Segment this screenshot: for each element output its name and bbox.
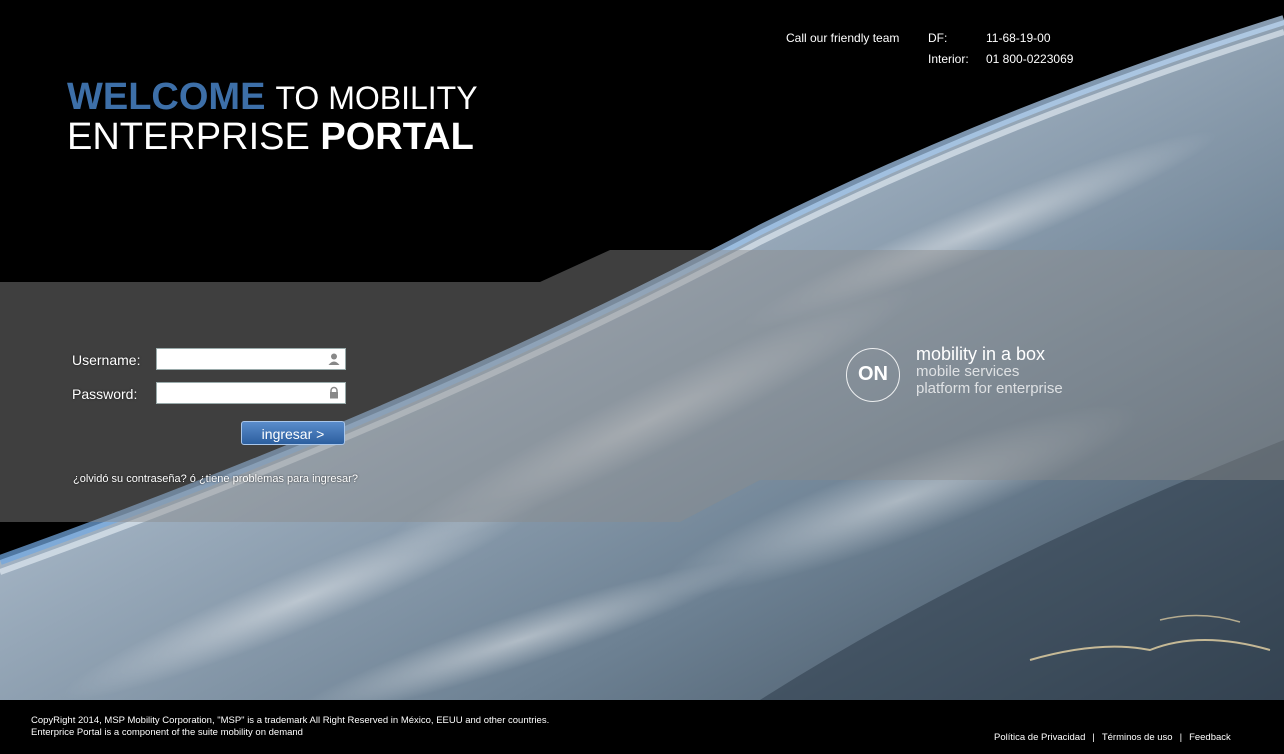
footer: CopyRight 2014, MSP Mobility Corporation… (0, 700, 1284, 754)
title-to-mobility: TO MOBILITY (275, 80, 478, 116)
title-enterprise: ENTERPRISE (67, 115, 310, 158)
username-input[interactable] (157, 349, 330, 369)
password-field-wrap (156, 382, 346, 404)
terms-of-use-link[interactable]: Términos de uso (1102, 732, 1173, 743)
user-icon (328, 353, 340, 365)
contact-interior-value: 01 800-0223069 (986, 52, 1074, 66)
forgot-password-link[interactable]: ¿olvidó su contraseña? ó ¿tiene problema… (73, 473, 358, 485)
lock-icon (330, 386, 338, 399)
password-label: Password: (72, 386, 138, 402)
title-welcome: WELCOME (67, 76, 266, 118)
contact-df-label: DF: (928, 31, 948, 45)
footer-links: Política de Privacidad | Términos de uso | F… (994, 732, 1231, 743)
footer-component: Enterprice Portal is a component of the … (31, 727, 303, 738)
brand-tagline-1: mobility in a box (916, 344, 1046, 364)
contact-interior-label: Interior: (928, 52, 969, 66)
privacy-policy-link[interactable]: Política de Privacidad (994, 732, 1085, 743)
brand-tagline-3: platform for enterprise (916, 380, 1063, 397)
password-input[interactable] (157, 383, 330, 403)
username-label: Username: (72, 352, 141, 368)
on-logo: ON (846, 348, 900, 402)
contact-intro: Call our friendly team (786, 31, 900, 45)
username-field-wrap (156, 348, 346, 370)
footer-copyright: CopyRight 2014, MSP Mobility Corporation… (31, 715, 550, 726)
title-portal: PORTAL (320, 115, 474, 158)
feedback-link[interactable]: Feedback (1189, 732, 1231, 743)
contact-df-value: 11-68-19-00 (986, 31, 1051, 45)
ingresar-button[interactable]: ingresar > (241, 421, 345, 445)
brand-tagline-2: mobile services (916, 363, 1020, 380)
page-title: WELCOME TO MOBILITY ENTERPRISE PORTAL (67, 76, 478, 158)
